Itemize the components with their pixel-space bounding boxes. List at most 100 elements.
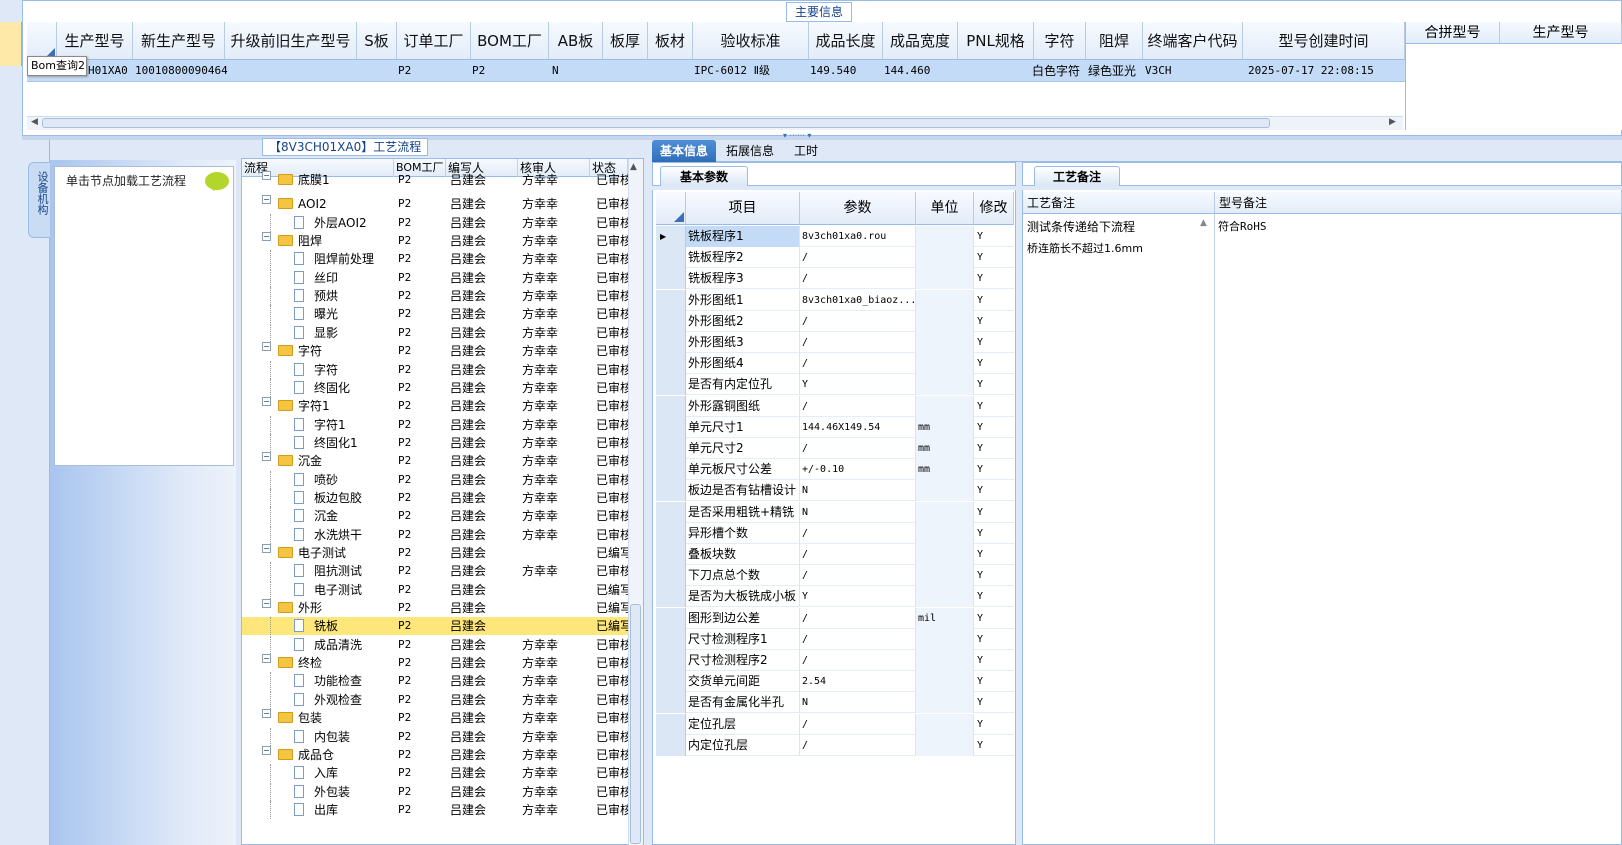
tree-node-step[interactable]: 显影 P2 吕建会 方幸幸 已审核 [242, 323, 628, 342]
tab-process-remark[interactable]: 工艺备注 [1034, 166, 1120, 186]
header-solder[interactable]: 阻焊 [1086, 22, 1143, 60]
header-created-time[interactable]: 型号创建时间 [1243, 22, 1405, 60]
row-header[interactable] [656, 416, 686, 438]
cell-unit[interactable]: mm [916, 459, 974, 481]
row-header[interactable] [656, 628, 686, 650]
param-row[interactable]: 外形图纸1 8v3ch01xa0_biaoz... Y [656, 289, 1014, 311]
basic-header-modify[interactable]: 修改 [974, 192, 1014, 225]
merge-header-production[interactable]: 生产型号 [1500, 22, 1622, 44]
tab-equipment-structure[interactable]: 设备机构 [28, 162, 50, 238]
scroll-up-icon[interactable]: ▲ [1200, 218, 1207, 228]
cell-param[interactable]: 8v3ch01xa0.rou [800, 226, 916, 247]
tree-node-step[interactable]: 丝印 P2 吕建会 方幸幸 已审核 [242, 268, 628, 287]
cell-param[interactable]: / [800, 607, 916, 629]
param-row[interactable]: 铣板程序2/ Y [656, 247, 1014, 269]
row-header[interactable] [656, 692, 686, 714]
row-header[interactable] [656, 459, 686, 481]
cell-ab-board[interactable]: N [552, 60, 559, 82]
tree-node-step[interactable]: 外观检查 P2 吕建会 方幸幸 已审核 [242, 690, 628, 709]
cell-item[interactable]: 是否采用粗铣+精铣 [686, 501, 800, 523]
cell-item[interactable]: 是否有金属化半孔 [686, 692, 800, 714]
row-header[interactable] [656, 310, 686, 332]
cell-unit[interactable] [916, 395, 974, 417]
tree-node-folder[interactable]: − AOI2 P2 吕建会 方幸幸 已审核 [242, 195, 628, 213]
cell-param[interactable]: / [800, 310, 916, 332]
middle-splitter[interactable] [644, 140, 652, 845]
cell-order-factory[interactable]: P2 [398, 60, 411, 82]
scroll-up-icon[interactable]: ▲ [630, 162, 637, 172]
tree-node-step[interactable]: 预烘 P2 吕建会 方幸幸 已审核 [242, 287, 628, 306]
tree-node-folder[interactable]: − 底膜1 P2 吕建会 方幸幸 已审核 [242, 171, 628, 189]
header-s-board[interactable]: S板 [357, 22, 397, 60]
tree-node-folder[interactable]: − 字符 P2 吕建会 方幸幸 已审核 [242, 342, 628, 360]
header-new-model[interactable]: 新生产型号 [133, 22, 225, 60]
header-char[interactable]: 字符 [1034, 22, 1086, 60]
tab-basic-info[interactable]: 基本信息 [652, 140, 717, 162]
tree-node-step[interactable]: 外包装 P2 吕建会 方幸幸 已审核 [242, 782, 628, 801]
header-customer-code[interactable]: 终端客户代码 [1143, 22, 1243, 60]
cell-unit[interactable] [916, 713, 974, 735]
cell-modify[interactable]: Y [974, 650, 1014, 671]
param-row[interactable]: 异形槽个数 / Y [656, 522, 1014, 544]
cell-item[interactable]: 铣板程序1 [686, 226, 800, 247]
cell-unit[interactable] [916, 650, 974, 671]
param-row[interactable]: 是否有金属化半孔 N Y [656, 692, 1014, 714]
header-bom-factory[interactable]: BOM工厂 [471, 22, 549, 60]
cell-param[interactable]: +/-0.10 [800, 459, 916, 481]
cell-modify[interactable]: Y [974, 353, 1014, 374]
cell-item[interactable]: 尺寸检测程序1 [686, 628, 800, 650]
param-row[interactable]: 叠板块数 / Y [656, 544, 1014, 565]
tree-node-step[interactable]: 内包装 P2 吕建会 方幸幸 已审核 [242, 727, 628, 746]
cell-param[interactable]: / [800, 650, 916, 671]
cell-modify[interactable]: Y [974, 396, 1014, 417]
cell-modify[interactable]: Y [974, 671, 1014, 692]
cell-unit[interactable] [916, 692, 974, 714]
cell-unit[interactable] [916, 247, 974, 269]
cell-item[interactable]: 铣板程序2 [686, 247, 800, 269]
param-row[interactable]: 尺寸检测程序1/ Y [656, 628, 1014, 650]
cell-param[interactable]: 2.54 [800, 671, 916, 693]
tab-basic-params[interactable]: 基本参数 [660, 166, 748, 186]
cell-unit[interactable]: mm [916, 416, 974, 438]
cell-param[interactable]: 8v3ch01xa0_biaoz... [800, 289, 916, 311]
cell-unit[interactable] [916, 268, 974, 290]
cell-unit[interactable] [916, 501, 974, 523]
tree-node-folder[interactable]: − 成品仓 P2 吕建会 方幸幸 已审核 [242, 745, 628, 764]
param-row[interactable]: 单元板尺寸公差 +/-0.10 mm Y [656, 459, 1014, 481]
cell-modify[interactable]: Y [974, 226, 1014, 247]
cell-modify[interactable]: Y [974, 374, 1014, 395]
param-row[interactable]: 是否采用粗铣+精铣 N Y [656, 501, 1014, 523]
tree-node-folder[interactable]: − 外形 P2 吕建会 已编写 [242, 599, 628, 617]
tree-node-folder[interactable]: − 阻焊 P2 吕建会 方幸幸 已审核 [242, 232, 628, 250]
cell-modify[interactable]: Y [974, 544, 1014, 565]
process-load-box[interactable] [54, 166, 234, 466]
cell-item[interactable]: 交货单元间距 [686, 671, 800, 693]
cell-param[interactable]: 144.46X149.54 [800, 416, 916, 438]
param-row[interactable]: 图形到边公差 / mil Y [656, 607, 1014, 629]
basic-header-item[interactable]: 项目 [686, 192, 800, 225]
row-header[interactable] [656, 289, 686, 311]
tab-extended-info[interactable]: 拓展信息 [718, 140, 782, 162]
header-old-model[interactable]: 升级前旧生产型号 [225, 22, 357, 60]
scroll-right-icon[interactable]: ▶ [1389, 117, 1396, 127]
cell-unit[interactable] [916, 586, 974, 608]
tree-node-step[interactable]: 字符 P2 吕建会 方幸幸 已审核 [242, 360, 628, 379]
cell-unit[interactable]: mil [916, 607, 974, 629]
tree-node-step[interactable]: 喷砂 P2 吕建会 方幸幸 已审核 [242, 470, 628, 489]
row-header[interactable] [656, 332, 686, 353]
cell-item[interactable]: 是否有内定位孔 [686, 374, 800, 396]
row-header[interactable] [656, 353, 686, 375]
cell-item[interactable]: 是否为大板铣成小板 [686, 586, 800, 608]
tree-node-step[interactable]: 外层AOI2 P2 吕建会 方幸幸 已审核 [242, 213, 628, 232]
cell-unit[interactable] [916, 734, 974, 756]
cell-modify[interactable]: Y [974, 311, 1014, 332]
cell-unit[interactable] [916, 353, 974, 375]
cell-modify[interactable]: Y [974, 268, 1014, 289]
cell-standard[interactable]: IPC-6012 Ⅱ级 [694, 60, 770, 82]
param-row[interactable]: ▶ 铣板程序1 8v3ch01xa0.rou Y [656, 226, 1014, 247]
tree-node-step[interactable]: 沉金 P2 吕建会 方幸幸 已审核 [242, 507, 628, 526]
cell-customer-code[interactable]: V3CH [1145, 60, 1172, 82]
cell-item[interactable]: 内定位孔层 [686, 734, 800, 756]
cell-modify[interactable]: Y [974, 247, 1014, 268]
cell-modify[interactable]: Y [974, 523, 1014, 544]
